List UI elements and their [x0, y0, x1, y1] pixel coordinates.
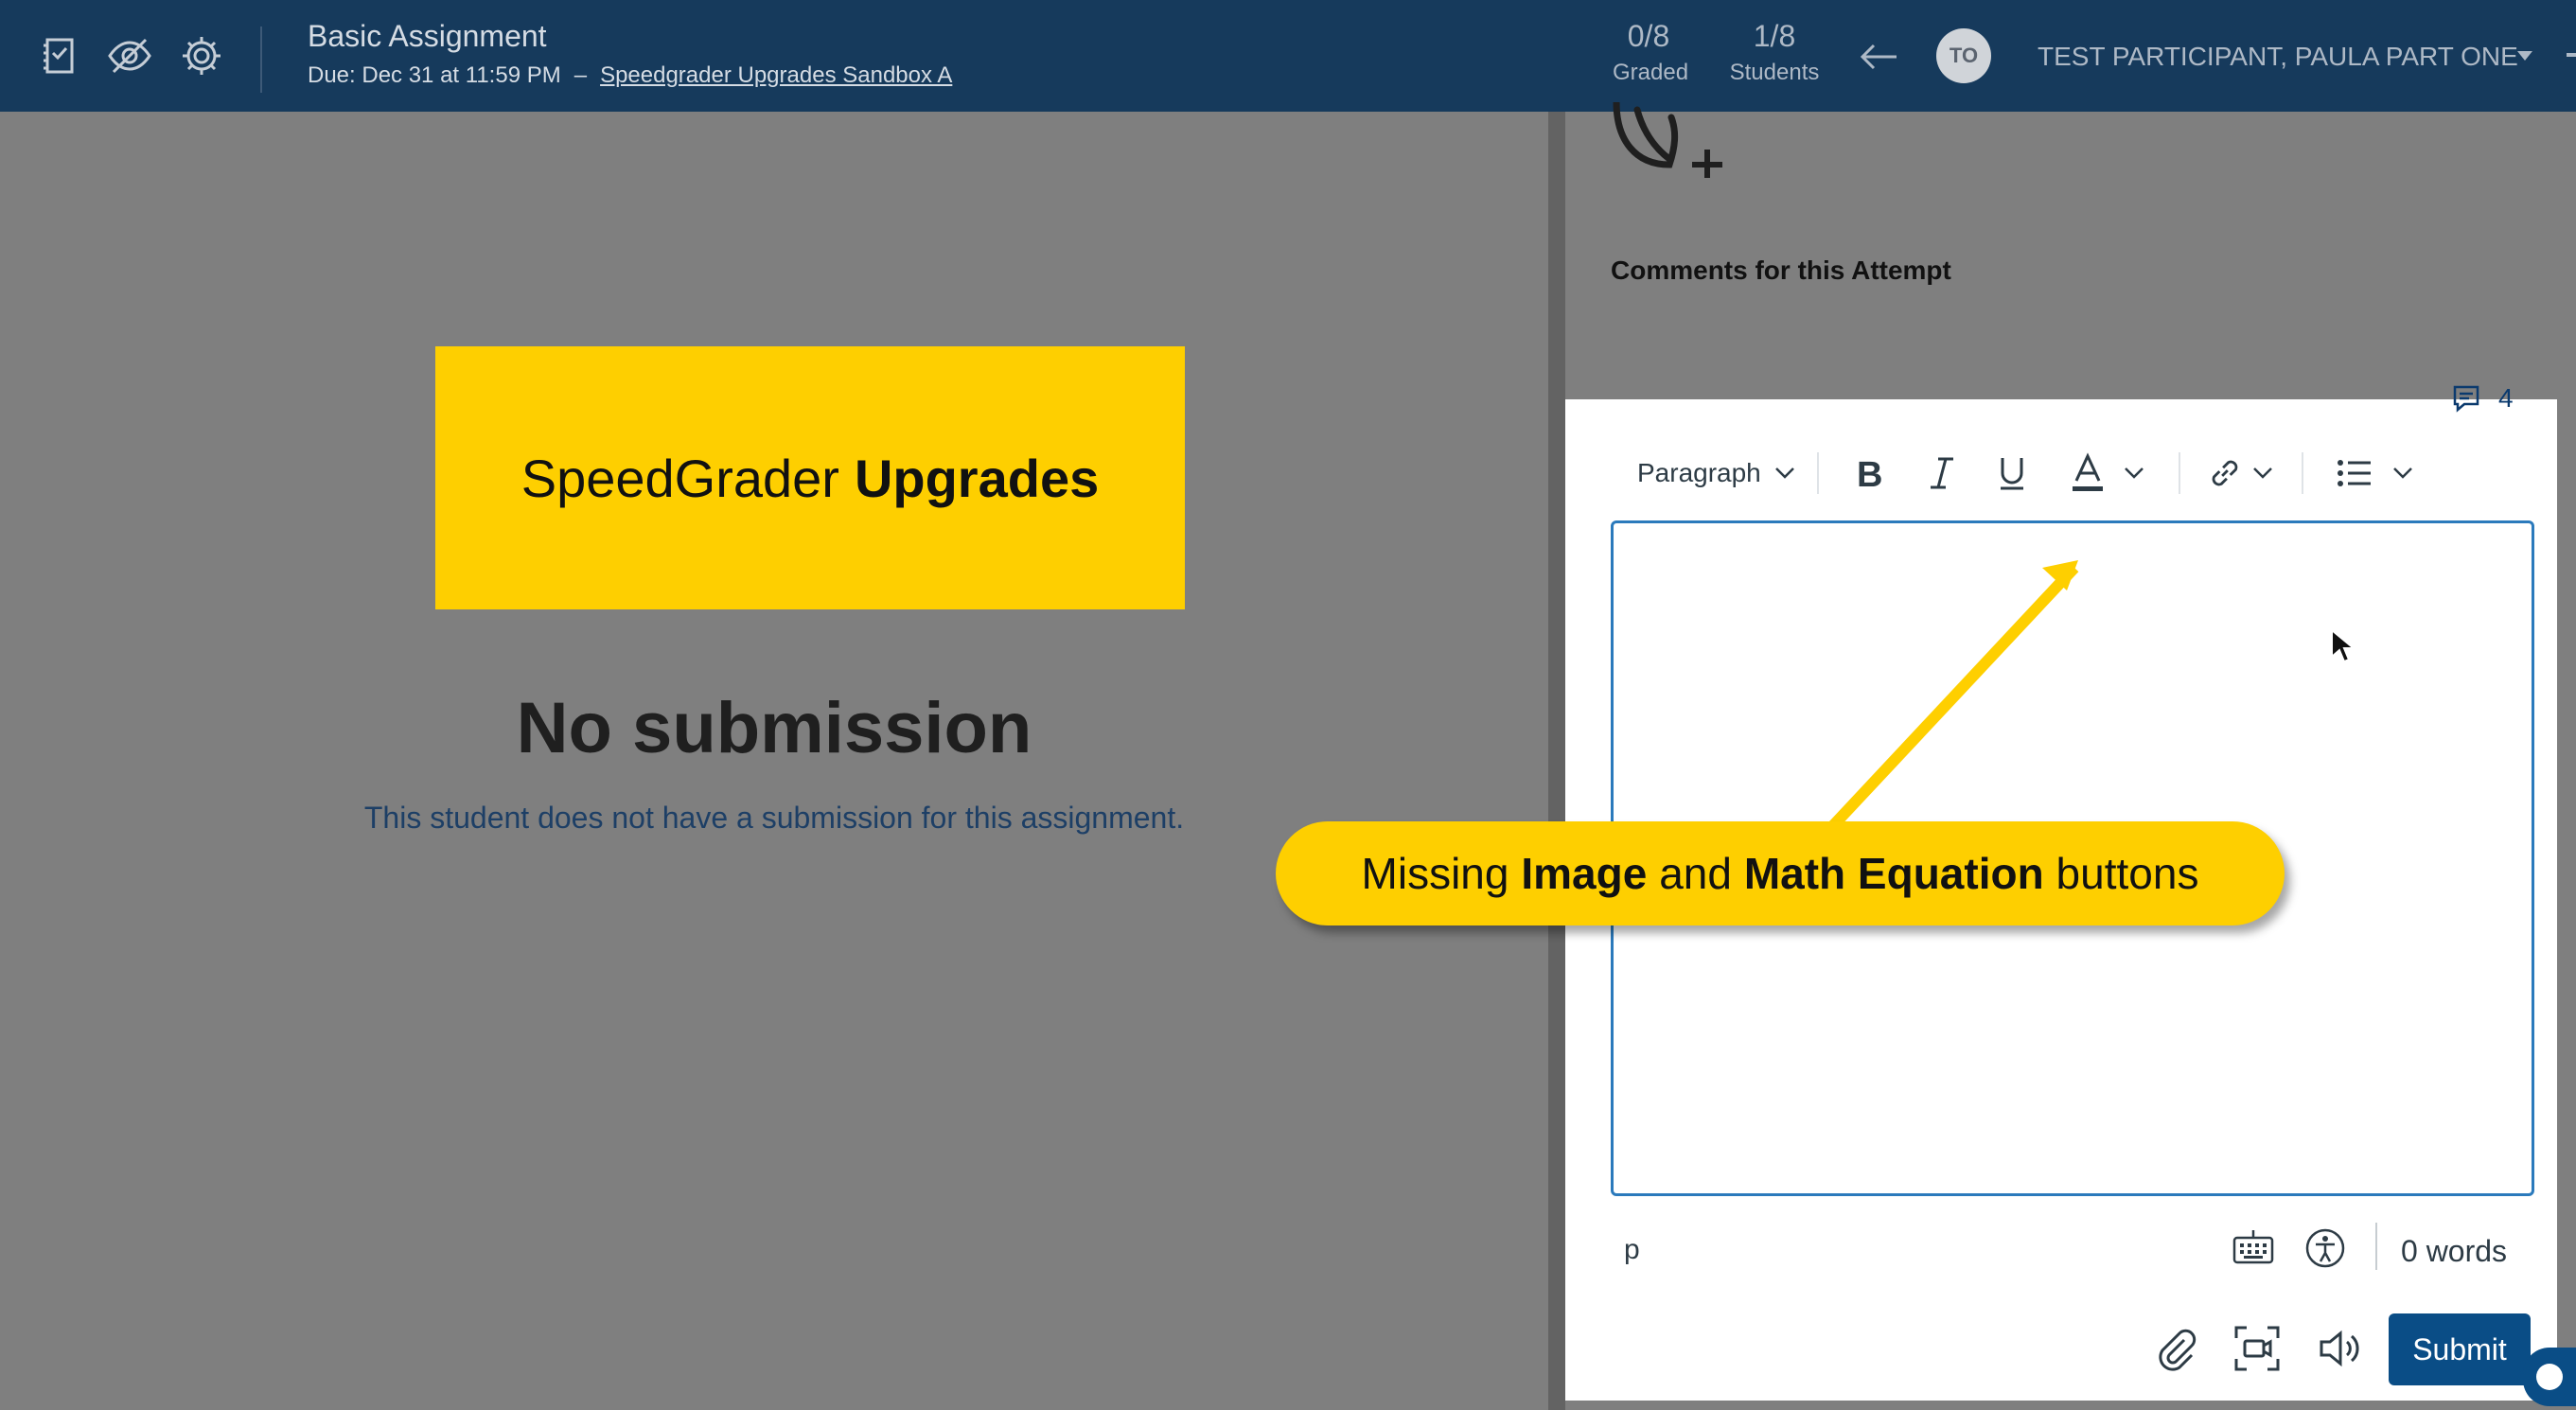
callout-bold-1: Image [1521, 849, 1648, 898]
bullet-list-icon [2338, 460, 2371, 486]
text-color-icon [2073, 452, 2103, 491]
no-submission-title: No submission [516, 688, 1032, 768]
students-label: Students [1729, 60, 1820, 85]
annotation-arrow-icon [1822, 560, 2079, 833]
banner-text-bold: Upgrades [854, 448, 1100, 508]
header-divider [260, 26, 262, 93]
student-select[interactable]: TEST PARTICIPANT, PAULA PART ONE [2038, 42, 2518, 72]
underline-icon [2001, 458, 2023, 490]
underline-button[interactable] [1995, 450, 2029, 496]
rubric-leaf-plus-icon [1609, 98, 1741, 180]
speaker-audio-icon[interactable] [2317, 1325, 2364, 1372]
svg-text:B: B [1857, 455, 1882, 492]
toolbar-divider [2179, 452, 2180, 494]
students-value: 1/8 [1753, 19, 1796, 53]
student-dropdown-caret-icon[interactable] [2515, 49, 2534, 62]
toolbar-divider [2302, 452, 2303, 494]
gradebook-icon[interactable] [36, 32, 83, 79]
missing-buttons-callout: Missing Image and Math Equation buttons [1276, 821, 2285, 925]
help-chat-icon[interactable] [2523, 1348, 2576, 1406]
attachment-paperclip-icon[interactable] [2152, 1325, 2199, 1372]
callout-text-3: buttons [2056, 849, 2199, 898]
element-path: p [1624, 1234, 1640, 1265]
assignment-subtitle: Due: Dec 31 at 11:59 PM – Speedgrader Upgr… [308, 62, 952, 89]
speedgrader-upgrades-banner: SpeedGrader Upgrades [435, 346, 1185, 609]
subtitle-separator: – [573, 62, 588, 88]
assignment-title: Basic Assignment [308, 19, 547, 53]
banner-text-regular: SpeedGrader [520, 448, 839, 508]
graded-label: Graded [1613, 60, 1689, 85]
course-link[interactable]: Speedgrader Upgrades Sandbox A [600, 62, 952, 88]
settings-gear-icon[interactable] [178, 32, 225, 79]
italic-icon [1931, 457, 1953, 489]
media-recording-icon[interactable] [2233, 1325, 2281, 1372]
students-stat: 1/8 Students [1728, 19, 1821, 86]
due-date: Due: Dec 31 at 11:59 PM [308, 62, 561, 88]
graded-stat: 0/8 Graded [1613, 19, 1689, 86]
comment-count[interactable]: 4 [2451, 383, 2514, 414]
link-icon [2212, 460, 2238, 486]
keyboard-shortcuts-icon[interactable] [2232, 1226, 2275, 1270]
bold-button[interactable]: B [1853, 450, 1887, 496]
previous-student-arrow-icon[interactable] [1855, 36, 1902, 78]
callout-bold-2: Math Equation [1743, 849, 2044, 898]
block-format-dropdown[interactable]: Paragraph [1637, 450, 1795, 496]
comments-heading: Comments for this Attempt [1611, 256, 1951, 285]
text-color-button[interactable] [2069, 450, 2144, 496]
help-chat-dot [2536, 1364, 2563, 1390]
accessibility-checker-icon[interactable] [2303, 1226, 2347, 1270]
bold-icon: B [1857, 455, 1882, 492]
italic-button[interactable] [1925, 450, 1959, 496]
header-edge-mark [2567, 53, 2576, 57]
comment-bubble-icon [2453, 385, 2479, 413]
chevron-down-icon [1774, 467, 1794, 479]
status-divider [2375, 1223, 2377, 1270]
toolbar-divider [1817, 452, 1819, 494]
chevron-down-icon[interactable] [2124, 467, 2144, 480]
list-button[interactable] [2336, 450, 2413, 496]
mouse-pointer-icon [2331, 628, 2355, 663]
chevron-down-icon[interactable] [2252, 467, 2273, 480]
chevron-down-icon[interactable] [2392, 467, 2413, 480]
callout-text-1: Missing [1361, 849, 1509, 898]
graded-value: 0/8 [1627, 19, 1670, 53]
comment-count-value: 4 [2498, 383, 2514, 413]
callout-text-2: and [1659, 849, 1732, 898]
word-count: 0 words [2401, 1234, 2508, 1268]
speedgrader-header: Basic Assignment Due: Dec 31 at 11:59 PM… [0, 0, 2576, 112]
student-avatar: TO [1936, 28, 1991, 83]
submit-comment-button[interactable]: Submit [2389, 1313, 2531, 1385]
pane-resize-handle[interactable] [1548, 112, 1565, 1410]
block-format-label: Paragraph [1637, 458, 1761, 487]
hide-names-icon[interactable] [106, 32, 153, 79]
link-button[interactable] [2207, 450, 2273, 496]
